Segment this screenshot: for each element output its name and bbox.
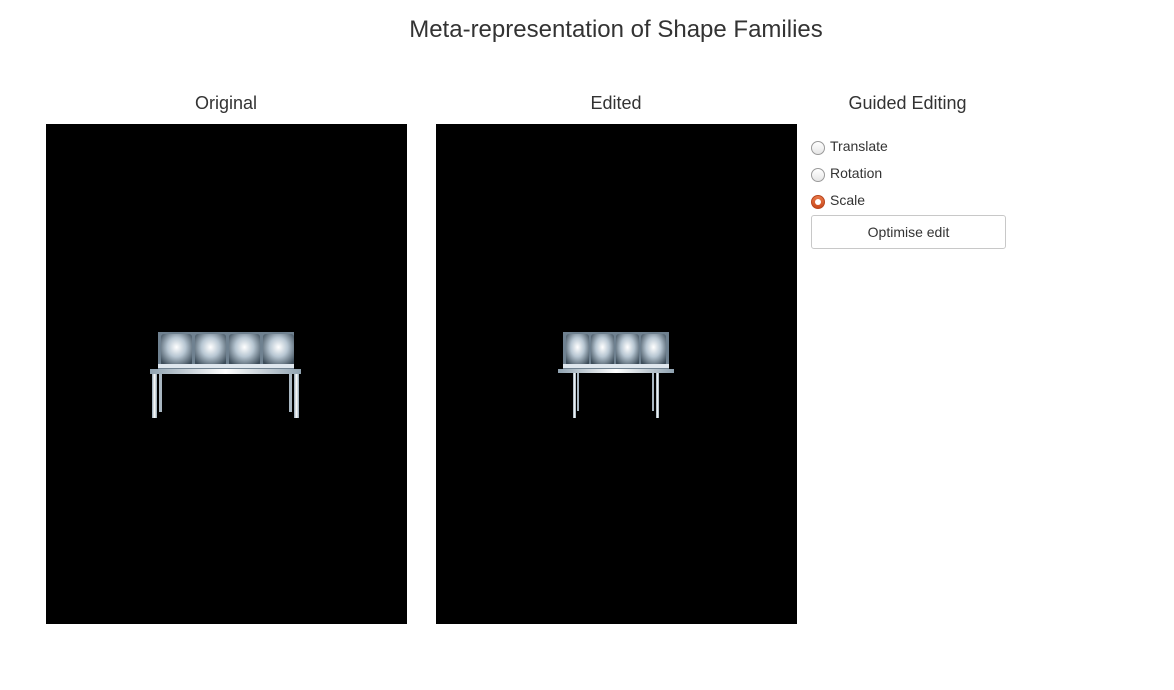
translate-radio-label: Translate: [830, 137, 888, 154]
scale-radio-button[interactable]: [811, 194, 825, 209]
edited-3d-viewport[interactable]: [436, 124, 797, 624]
edited-bench-model: [558, 332, 674, 418]
translate-radio-option[interactable]: Translate: [811, 132, 1006, 159]
page-title: Meta-representation of Shape Families: [409, 16, 823, 43]
guided-editing-title: Guided Editing: [848, 93, 967, 113]
rotation-radio-button[interactable]: [811, 167, 825, 182]
scale-radio-option[interactable]: Scale: [811, 186, 1006, 213]
edited-panel-title: Edited: [590, 93, 642, 113]
page: Meta-representation of Shape Families Or…: [0, 0, 1174, 690]
translate-radio-button[interactable]: [811, 140, 825, 155]
original-bench-model: [150, 332, 301, 418]
guided-editing-controls: Translate Rotation Scale Optimise edit: [811, 132, 1006, 249]
rotation-radio-label: Rotation: [830, 164, 883, 181]
scale-radio-label: Scale: [830, 191, 866, 208]
rotation-radio-option[interactable]: Rotation: [811, 159, 1006, 186]
original-3d-viewport[interactable]: [46, 124, 407, 624]
optimise-edit-button[interactable]: Optimise edit: [811, 215, 1006, 249]
original-panel-title: Original: [194, 93, 258, 113]
